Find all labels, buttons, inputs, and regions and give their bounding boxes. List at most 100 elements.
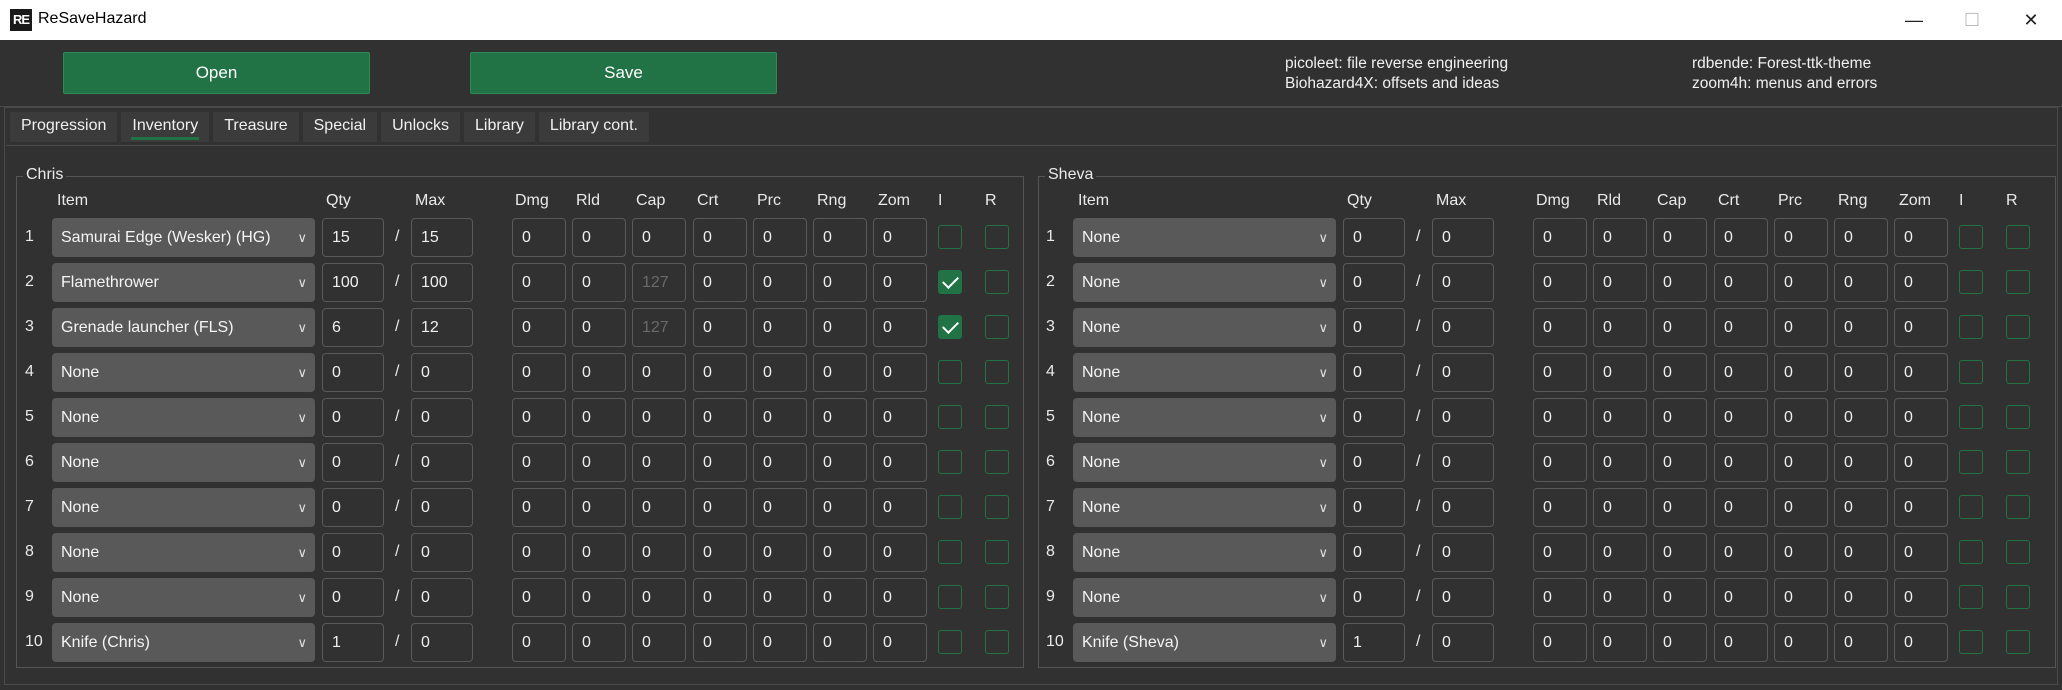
cap-field[interactable]: 0	[1653, 533, 1707, 572]
rld-field[interactable]: 0	[1593, 533, 1647, 572]
tab-library-cont[interactable]: Library cont.	[538, 112, 649, 142]
qty-field[interactable]: 0	[322, 578, 384, 617]
max-field[interactable]: 0	[1432, 623, 1494, 662]
zom-field[interactable]: 0	[1894, 443, 1948, 482]
zom-field[interactable]: 0	[873, 308, 927, 347]
max-field[interactable]: 0	[1432, 263, 1494, 302]
chevron-down-icon[interactable]: ∨	[1318, 488, 1328, 527]
zom-field[interactable]: 0	[1894, 308, 1948, 347]
zom-field[interactable]: 0	[1894, 263, 1948, 302]
dmg-field[interactable]: 0	[1533, 488, 1587, 527]
cap-field[interactable]: 0	[1653, 218, 1707, 257]
r-checkbox[interactable]	[985, 585, 1009, 609]
qty-field[interactable]: 0	[322, 353, 384, 392]
qty-field[interactable]: 0	[1343, 488, 1405, 527]
rld-field[interactable]: 0	[572, 578, 626, 617]
chevron-down-icon[interactable]: ∨	[297, 308, 307, 347]
rng-field[interactable]: 0	[1834, 308, 1888, 347]
dmg-field[interactable]: 0	[1533, 398, 1587, 437]
prc-field[interactable]: 0	[1774, 353, 1828, 392]
rng-field[interactable]: 0	[813, 308, 867, 347]
cap-field[interactable]: 0	[632, 533, 686, 572]
rng-field[interactable]: 0	[813, 398, 867, 437]
r-checkbox[interactable]	[985, 405, 1009, 429]
r-checkbox[interactable]	[2006, 585, 2030, 609]
save-button[interactable]: Save	[470, 52, 777, 94]
zom-field[interactable]: 0	[1894, 398, 1948, 437]
chevron-down-icon[interactable]: ∨	[1318, 263, 1328, 302]
dmg-field[interactable]: 0	[512, 308, 566, 347]
prc-field[interactable]: 0	[753, 488, 807, 527]
max-field[interactable]: 0	[411, 623, 473, 662]
i-checkbox[interactable]	[1959, 495, 1983, 519]
item-select[interactable]: Samurai Edge (Wesker) (HG) ∨	[52, 218, 315, 257]
dmg-field[interactable]: 0	[512, 218, 566, 257]
rng-field[interactable]: 0	[813, 578, 867, 617]
item-select[interactable]: Flamethrower ∨	[52, 263, 315, 302]
prc-field[interactable]: 0	[1774, 623, 1828, 662]
chevron-down-icon[interactable]: ∨	[1318, 533, 1328, 572]
cap-field[interactable]: 0	[632, 578, 686, 617]
zom-field[interactable]: 0	[873, 623, 927, 662]
r-checkbox[interactable]	[2006, 540, 2030, 564]
rld-field[interactable]: 0	[572, 398, 626, 437]
qty-field[interactable]: 1	[1343, 623, 1405, 662]
prc-field[interactable]: 0	[753, 308, 807, 347]
prc-field[interactable]: 0	[1774, 398, 1828, 437]
open-button[interactable]: Open	[63, 52, 370, 94]
i-checkbox[interactable]	[1959, 225, 1983, 249]
i-checkbox[interactable]	[1959, 585, 1983, 609]
qty-field[interactable]: 100	[322, 263, 384, 302]
qty-field[interactable]: 0	[322, 488, 384, 527]
max-field[interactable]: 12	[411, 308, 473, 347]
item-select[interactable]: None ∨	[1073, 353, 1336, 392]
qty-field[interactable]: 15	[322, 218, 384, 257]
r-checkbox[interactable]	[985, 630, 1009, 654]
r-checkbox[interactable]	[2006, 315, 2030, 339]
prc-field[interactable]: 0	[753, 398, 807, 437]
r-checkbox[interactable]	[985, 315, 1009, 339]
dmg-field[interactable]: 0	[512, 398, 566, 437]
cap-field[interactable]: 0	[1653, 398, 1707, 437]
crt-field[interactable]: 0	[693, 398, 747, 437]
zom-field[interactable]: 0	[873, 533, 927, 572]
tab-special[interactable]: Special	[302, 112, 378, 142]
r-checkbox[interactable]	[2006, 630, 2030, 654]
zom-field[interactable]: 0	[873, 578, 927, 617]
rld-field[interactable]: 0	[572, 488, 626, 527]
zom-field[interactable]: 0	[1894, 623, 1948, 662]
crt-field[interactable]: 0	[1714, 488, 1768, 527]
zom-field[interactable]: 0	[873, 263, 927, 302]
item-select[interactable]: None ∨	[1073, 488, 1336, 527]
max-field[interactable]: 0	[1432, 488, 1494, 527]
close-icon[interactable]: ✕	[2008, 0, 2054, 40]
item-select[interactable]: None ∨	[1073, 263, 1336, 302]
prc-field[interactable]: 0	[753, 623, 807, 662]
dmg-field[interactable]: 0	[1533, 623, 1587, 662]
rng-field[interactable]: 0	[1834, 578, 1888, 617]
rld-field[interactable]: 0	[572, 263, 626, 302]
crt-field[interactable]: 0	[693, 218, 747, 257]
dmg-field[interactable]: 0	[1533, 443, 1587, 482]
max-field[interactable]: 0	[411, 353, 473, 392]
item-select[interactable]: None ∨	[52, 443, 315, 482]
prc-field[interactable]: 0	[753, 353, 807, 392]
i-checkbox[interactable]	[938, 360, 962, 384]
dmg-field[interactable]: 0	[1533, 263, 1587, 302]
dmg-field[interactable]: 0	[512, 488, 566, 527]
cap-field[interactable]: 0	[632, 353, 686, 392]
item-select[interactable]: None ∨	[1073, 308, 1336, 347]
max-field[interactable]: 100	[411, 263, 473, 302]
zom-field[interactable]: 0	[873, 353, 927, 392]
i-checkbox[interactable]	[938, 405, 962, 429]
i-checkbox[interactable]	[1959, 270, 1983, 294]
rld-field[interactable]: 0	[572, 623, 626, 662]
dmg-field[interactable]: 0	[512, 353, 566, 392]
rng-field[interactable]: 0	[1834, 398, 1888, 437]
prc-field[interactable]: 0	[1774, 263, 1828, 302]
i-checkbox[interactable]	[1959, 450, 1983, 474]
zom-field[interactable]: 0	[873, 398, 927, 437]
i-checkbox[interactable]	[938, 315, 962, 339]
chevron-down-icon[interactable]: ∨	[297, 218, 307, 257]
qty-field[interactable]: 0	[1343, 218, 1405, 257]
